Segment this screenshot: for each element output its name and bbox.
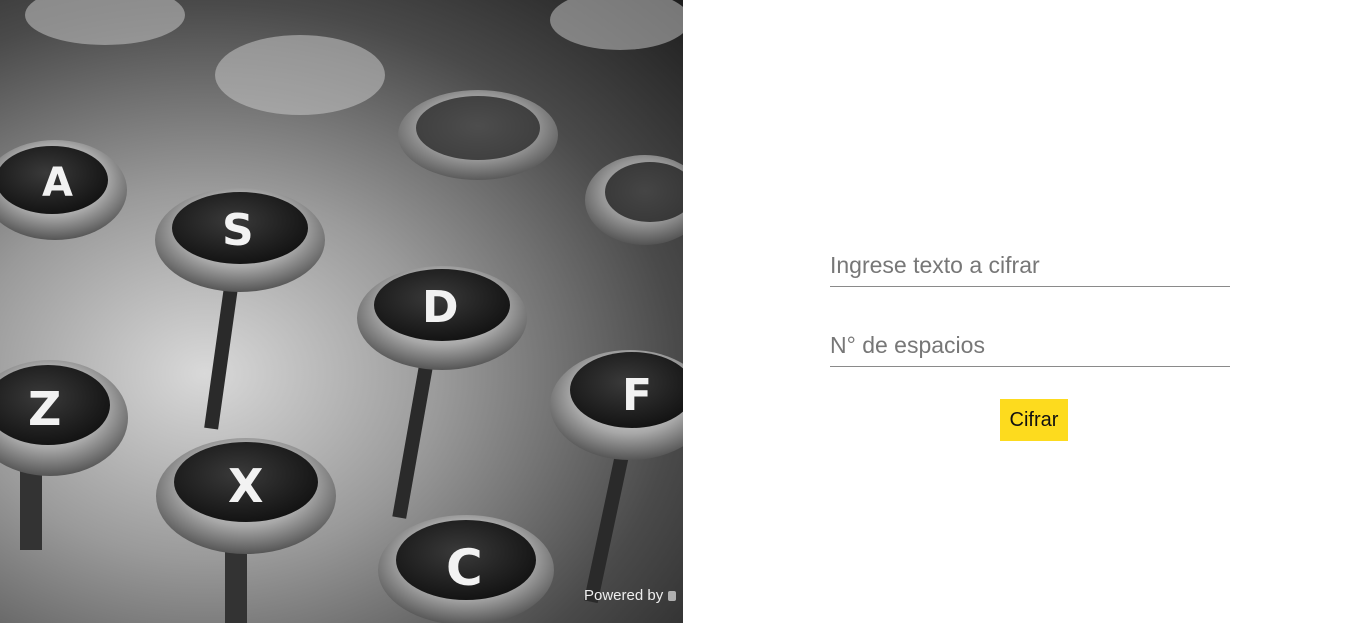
- cipher-form: Cifrar: [830, 245, 1230, 441]
- svg-text:A: A: [42, 160, 73, 206]
- svg-text:D: D: [422, 282, 459, 333]
- svg-text:F: F: [622, 370, 652, 421]
- spaces-count-input[interactable]: [830, 325, 1230, 367]
- powered-by-label: Powered by: [584, 587, 664, 604]
- typewriter-photo: A S D F Z X C Powered by: [0, 0, 683, 623]
- page: A S D F Z X C Powered by Ingrese texto a…: [0, 0, 1361, 623]
- provider-logo-icon: [668, 591, 677, 602]
- svg-text:C: C: [446, 539, 483, 597]
- svg-text:Z: Z: [28, 382, 61, 436]
- text-to-cipher-input[interactable]: [830, 245, 1230, 287]
- cipher-button[interactable]: Cifrar: [1000, 399, 1068, 441]
- svg-text:S: S: [222, 205, 254, 256]
- typewriter-keys-graphic: A S D F Z X C: [0, 0, 683, 623]
- powered-by-credit[interactable]: Powered by: [584, 587, 677, 604]
- svg-text:X: X: [228, 459, 263, 513]
